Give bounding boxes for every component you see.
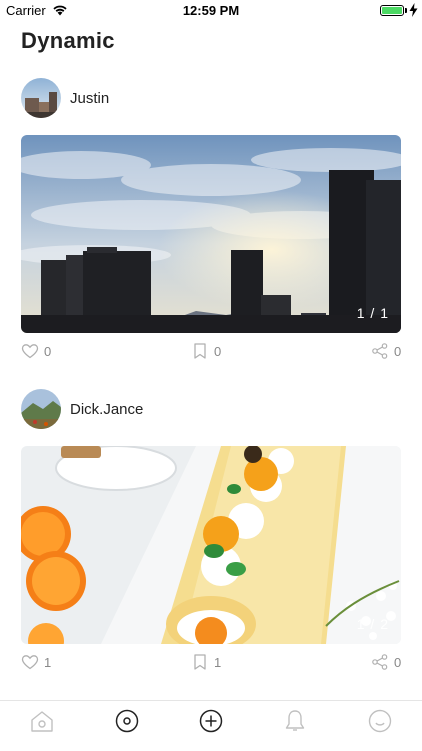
- tab-profile[interactable]: [367, 708, 393, 734]
- status-time: 12:59 PM: [182, 3, 240, 18]
- bookmark-count: 1: [214, 654, 222, 670]
- avatar[interactable]: [21, 389, 61, 429]
- tab-home[interactable]: [29, 708, 55, 734]
- bookmark-button[interactable]: 0: [191, 342, 221, 360]
- share-icon: [372, 343, 388, 359]
- tab-add[interactable]: [198, 708, 224, 734]
- discover-icon: [115, 709, 139, 733]
- tab-notifications[interactable]: [282, 708, 308, 734]
- profile-face-icon: [368, 709, 392, 733]
- post-image[interactable]: 1 / 1: [21, 135, 401, 333]
- post-actions: 0 0 0: [21, 342, 401, 362]
- bookmark-count: 0: [214, 343, 222, 359]
- like-count: 1: [44, 654, 52, 670]
- like-count: 0: [44, 343, 52, 359]
- like-button[interactable]: 0: [21, 342, 51, 360]
- post-card: Dick.Jance 1 / 2 1 1 0: [21, 389, 401, 679]
- share-icon: [372, 654, 388, 670]
- add-icon: [199, 709, 223, 733]
- charging-bolt-icon: [409, 3, 418, 17]
- username[interactable]: Justin: [70, 90, 109, 107]
- image-counter: 1 / 1: [356, 305, 389, 321]
- image-counter: 1 / 2: [356, 616, 389, 632]
- post-card: Justin 1 / 1 0 0 0: [21, 78, 401, 368]
- bookmark-button[interactable]: 1: [191, 653, 221, 671]
- share-button[interactable]: 0: [371, 342, 401, 360]
- avatar[interactable]: [21, 78, 61, 118]
- tab-bar: [0, 700, 422, 751]
- username[interactable]: Dick.Jance: [70, 401, 143, 418]
- home-icon: [31, 711, 53, 732]
- post-image[interactable]: 1 / 2: [21, 446, 401, 644]
- bookmark-icon: [194, 654, 206, 670]
- post-actions: 1 1 0: [21, 653, 401, 673]
- post-header[interactable]: Justin: [21, 78, 401, 120]
- notification-bell-icon: [285, 710, 305, 731]
- battery-icon: [380, 5, 404, 16]
- bookmark-icon: [194, 343, 206, 359]
- share-count: 0: [394, 343, 402, 359]
- share-count: 0: [394, 654, 402, 670]
- like-button[interactable]: 1: [21, 653, 51, 671]
- page-title: Dynamic: [21, 28, 115, 53]
- heart-icon: [21, 655, 39, 670]
- status-bar: Carrier 12:59 PM: [0, 0, 422, 22]
- battery-cap: [405, 8, 407, 13]
- post-header[interactable]: Dick.Jance: [21, 389, 401, 431]
- heart-icon: [21, 344, 39, 359]
- tab-discover[interactable]: [114, 708, 140, 734]
- share-button[interactable]: 0: [371, 653, 401, 671]
